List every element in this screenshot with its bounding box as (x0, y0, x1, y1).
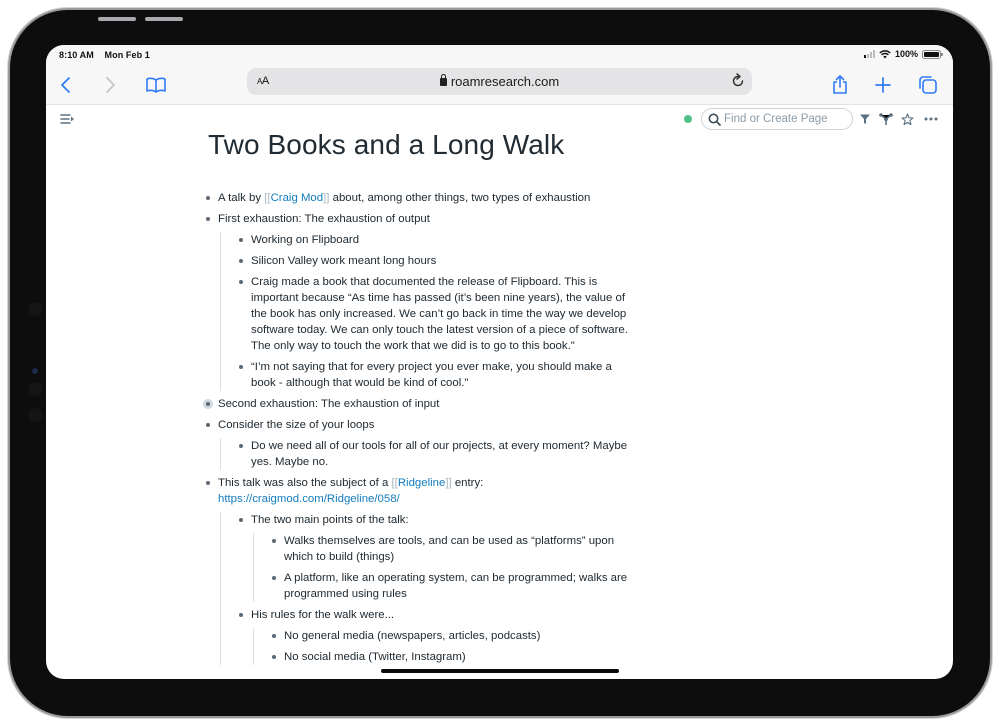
reload-icon (732, 73, 744, 87)
block[interactable]: No social media (Twitter, Instagram) (272, 649, 636, 665)
screen: 8:10 AM Mon Feb 1 100% AA roamresearch.c… (46, 45, 953, 679)
block-children: Working on Flipboard Silicon Valley work… (220, 232, 636, 391)
volume-button (145, 17, 183, 21)
collapsed-bullet-icon[interactable] (203, 399, 213, 409)
sensor (28, 382, 42, 396)
filter-icon (860, 114, 870, 124)
block-list: A talk by [[Craig Mod]] about, among oth… (203, 190, 636, 670)
forward-button[interactable] (97, 72, 123, 98)
left-sidebar-toggle[interactable] (60, 112, 76, 124)
bullet-icon[interactable] (239, 613, 243, 617)
graph-icon (879, 112, 893, 125)
block[interactable]: This talk was also the subject of a [[Ri… (206, 475, 636, 665)
block[interactable]: The two main points of the talk: Walks t… (239, 512, 636, 602)
bullet-icon[interactable] (272, 539, 276, 543)
block[interactable]: Working on Flipboard (239, 232, 636, 248)
share-icon (833, 75, 847, 94)
camera-icon (32, 368, 38, 374)
filter-button[interactable] (857, 111, 873, 127)
more-options-button[interactable] (923, 111, 939, 127)
sensor (28, 302, 42, 316)
bullet-icon[interactable] (239, 280, 243, 284)
battery-percent: 100% (894, 49, 918, 59)
block-children: Do we need all of our tools for all of o… (220, 438, 636, 470)
page-title[interactable]: Two Books and a Long Walk (208, 129, 564, 161)
block[interactable]: No general media (newspapers, articles, … (272, 628, 636, 644)
battery-level (924, 51, 939, 57)
page-link-ridgeline[interactable]: Ridgeline (398, 477, 446, 489)
block-children: Walks themselves are tools, and can be u… (253, 533, 636, 602)
status-date: Mon Feb 1 (104, 50, 150, 60)
reload-button[interactable] (730, 73, 746, 89)
url-text: roamresearch.com (450, 74, 560, 89)
bullet-icon[interactable] (272, 576, 276, 580)
search-icon (708, 113, 721, 126)
status-time: 8:10 AM (59, 50, 94, 60)
tabs-icon (919, 76, 937, 94)
block[interactable]: Craig made a book that documented the re… (239, 274, 636, 354)
block[interactable]: Consider the size of your loops Do we ne… (206, 417, 636, 470)
chevron-left-icon (61, 77, 70, 93)
page-link-craig-mod[interactable]: Craig Mod (271, 192, 324, 204)
status-bar: 8:10 AM Mon Feb 1 100% (46, 45, 953, 65)
battery-icon (922, 49, 943, 59)
block[interactable]: “I’m not saying that for every project y… (239, 359, 636, 391)
more-icon (924, 117, 938, 121)
find-or-create-page-search[interactable] (701, 108, 853, 130)
block[interactable]: Second exhaustion: The exhaustion of inp… (203, 396, 636, 412)
bullet-icon[interactable] (239, 259, 243, 263)
plus-icon (875, 77, 891, 93)
volume-button (98, 17, 136, 21)
block[interactable]: Walks themselves are tools, and can be u… (272, 533, 636, 565)
bullet-icon[interactable] (239, 365, 243, 369)
block[interactable]: Do we need all of our tools for all of o… (239, 438, 636, 470)
bookmarks-button[interactable] (143, 72, 169, 98)
block[interactable]: First exhaustion: The exhaustion of outp… (206, 211, 636, 391)
back-button[interactable] (53, 72, 79, 98)
block[interactable]: A platform, like an operating system, ca… (272, 570, 636, 602)
shortcut-star-button[interactable] (899, 111, 915, 127)
bullet-icon[interactable] (239, 444, 243, 448)
graph-overview-button[interactable] (878, 111, 894, 127)
cellular-signal-icon (863, 50, 875, 58)
chevron-right-icon (106, 77, 115, 93)
block-children: No general media (newspapers, articles, … (253, 628, 636, 665)
bullet-icon[interactable] (206, 423, 210, 427)
bullet-icon[interactable] (239, 518, 243, 522)
share-button[interactable] (827, 72, 853, 98)
external-link[interactable]: https://craigmod.com/Ridgeline/058/ (218, 493, 400, 505)
bullet-icon[interactable] (239, 238, 243, 242)
block-children: The two main points of the talk: Walks t… (220, 512, 636, 665)
sync-status-indicator (684, 115, 692, 123)
menu-open-icon (60, 114, 74, 124)
bullet-icon[interactable] (272, 655, 276, 659)
wifi-icon (879, 49, 891, 58)
search-input[interactable] (724, 111, 848, 127)
lock-icon (439, 74, 447, 86)
new-tab-button[interactable] (870, 72, 896, 98)
bullet-icon[interactable] (206, 196, 210, 200)
sensor (28, 408, 42, 422)
star-icon (900, 112, 914, 125)
browser-toolbar: AA roamresearch.com (46, 65, 953, 105)
block[interactable]: His rules for the walk were... No genera… (239, 607, 636, 665)
bullet-icon[interactable] (206, 481, 210, 485)
block[interactable]: Silicon Valley work meant long hours (239, 253, 636, 269)
address-bar[interactable]: AA roamresearch.com (247, 68, 752, 95)
block[interactable]: A talk by [[Craig Mod]] about, among oth… (206, 190, 636, 206)
bullet-icon[interactable] (272, 634, 276, 638)
book-icon (146, 77, 166, 93)
home-indicator[interactable] (381, 669, 619, 673)
bullet-icon[interactable] (206, 217, 210, 221)
tabs-button[interactable] (915, 72, 941, 98)
